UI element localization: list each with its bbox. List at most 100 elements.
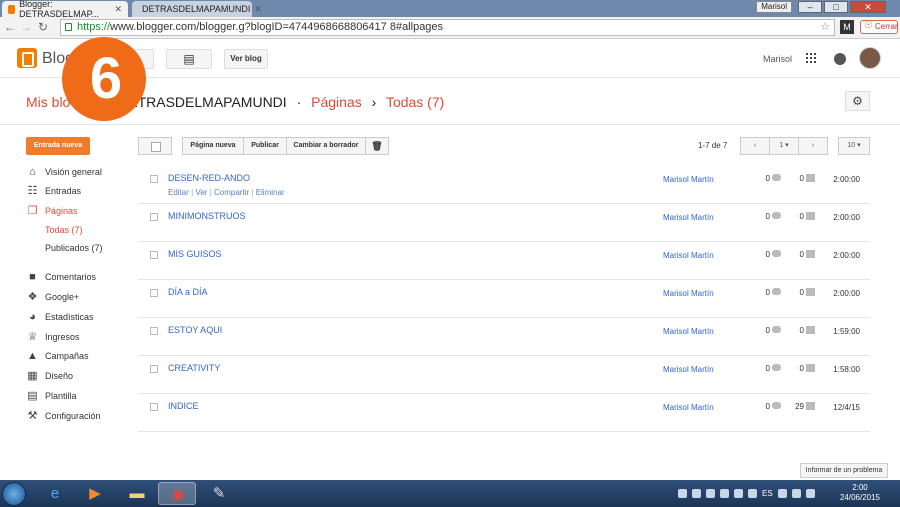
prev-page-button[interactable]: ‹	[740, 137, 770, 155]
clock[interactable]: 2:00 24/06/2015	[840, 483, 880, 503]
row-checkbox[interactable]	[150, 289, 158, 297]
tab-blog[interactable]: DETRASDELMAPAMUNDI ✕	[132, 1, 262, 17]
delete-button[interactable]: 🗑	[365, 137, 389, 155]
row-checkbox[interactable]	[150, 175, 158, 183]
battery-icon[interactable]	[777, 488, 787, 498]
tray-app-icon[interactable]	[678, 488, 687, 498]
stats-icon	[806, 326, 815, 334]
share-link[interactable]: Compartir	[214, 188, 249, 197]
tray-app-icon[interactable]	[734, 488, 743, 498]
row-checkbox[interactable]	[150, 365, 158, 373]
sidebar-item-label: Visión general	[45, 167, 102, 177]
back-icon[interactable]: ←	[4, 20, 16, 34]
tray-app-icon[interactable]	[720, 488, 729, 498]
bluetooth-icon[interactable]	[748, 488, 757, 498]
stats-icon	[806, 288, 815, 296]
edit-link[interactable]: Editar	[168, 188, 189, 197]
flag-icon[interactable]	[805, 488, 815, 498]
author-link[interactable]: Marisol Martín	[663, 213, 714, 222]
comment-count: 0	[765, 288, 770, 297]
close-window-button[interactable]: ✕	[850, 1, 886, 13]
row-checkbox[interactable]	[150, 213, 158, 221]
page-title-link[interactable]: MIS GUISOS	[168, 249, 222, 259]
view-blog-button[interactable]: Ver blog	[224, 49, 268, 69]
author-link[interactable]: Marisol Martín	[663, 251, 714, 260]
breadcrumb-section[interactable]: Páginas	[311, 94, 362, 110]
forward-icon[interactable]: →	[20, 20, 32, 34]
publish-button[interactable]: Publicar	[243, 137, 287, 155]
chevron-left-icon: ‹	[753, 142, 757, 149]
taskbar-explorer[interactable]: ▬	[118, 482, 156, 505]
page-title-link[interactable]: MINIMONSTRUOS	[168, 211, 246, 221]
url-field[interactable]: https://www.blogger.com/blogger.g?blogID…	[60, 19, 835, 36]
tab-label: DETRASDELMAPAMUNDI	[142, 4, 251, 14]
tab-blogger[interactable]: Blogger: DETRASDELMAP... ✕	[2, 0, 128, 19]
tab-close-icon[interactable]: ✕	[114, 4, 122, 15]
per-page-select[interactable]: 10 ▾	[838, 137, 870, 155]
wrench-icon: ⚒	[27, 410, 38, 422]
sidebar-sub-published[interactable]: Publicados (7)	[45, 243, 103, 253]
start-button[interactable]	[2, 482, 26, 506]
tray-app-icon[interactable]: ES	[762, 489, 773, 498]
author-link[interactable]: Marisol Martín	[663, 175, 714, 184]
breadcrumb-root[interactable]: Mis blo	[26, 94, 70, 110]
breadcrumb-blog[interactable]: DETRASDELMAPAMUNDI	[118, 94, 287, 110]
avatar[interactable]	[859, 47, 881, 69]
bookmark-star-icon[interactable]: ☆	[820, 20, 830, 35]
new-page-button[interactable]: Página nueva	[182, 137, 244, 155]
delete-link[interactable]: Eliminar	[256, 188, 285, 197]
author-link[interactable]: Marisol Martín	[663, 365, 714, 374]
page-title-link[interactable]: DÍA a DÍA	[168, 287, 208, 297]
stats-icon	[806, 402, 815, 410]
row-checkbox[interactable]	[150, 251, 158, 259]
settings-button[interactable]: ⚙	[845, 91, 870, 111]
reload-icon[interactable]: ↻	[38, 20, 48, 34]
taskbar-chrome[interactable]: ◉	[158, 482, 196, 505]
page-title-link[interactable]: CREATIVITY	[168, 363, 220, 373]
stats-icon	[806, 174, 815, 182]
view-link[interactable]: Ver	[195, 188, 207, 197]
next-page-button[interactable]: ›	[798, 137, 828, 155]
minimize-button[interactable]: –	[798, 1, 822, 13]
maximize-button[interactable]: □	[824, 1, 848, 13]
taskbar-ie[interactable]: e	[36, 482, 74, 505]
page-number: 1	[779, 142, 784, 149]
sidebar-sub-all[interactable]: Todas (7)	[45, 225, 83, 235]
page-select[interactable]: 1 ▾	[769, 137, 799, 155]
author-link[interactable]: Marisol Martín	[663, 289, 714, 298]
row-checkbox[interactable]	[150, 327, 158, 335]
taskbar-paint[interactable]: ✎	[200, 482, 238, 505]
system-tray: ES	[678, 484, 815, 502]
comment-bubble-icon	[772, 250, 781, 257]
view-count: 0	[799, 326, 804, 335]
network-icon[interactable]	[791, 488, 801, 498]
close-extension-button[interactable]: Cerrar	[860, 20, 898, 34]
new-post-button[interactable]: Entrada nueva	[26, 137, 90, 155]
author-link[interactable]: Marisol Martín	[663, 327, 714, 336]
media-player-icon: ▶	[89, 485, 101, 502]
tray-app-icon[interactable]	[706, 488, 715, 498]
page-title-link[interactable]: DESEN-RED-ANDO	[168, 173, 250, 183]
author-link[interactable]: Marisol Martín	[663, 403, 714, 412]
page-title-link[interactable]: INDICE	[168, 401, 199, 411]
action-sep: |	[251, 188, 254, 197]
select-all-checkbox[interactable]	[138, 137, 172, 155]
page-time: 1:58:00	[833, 365, 860, 374]
revert-draft-button[interactable]: Cambiar a borrador	[286, 137, 366, 155]
tray-app-icon[interactable]	[692, 488, 701, 498]
report-problem-button[interactable]: Informar de un problema	[800, 463, 888, 478]
blogger-logo-icon[interactable]	[17, 48, 37, 68]
posts-list-button[interactable]: ▤	[166, 49, 212, 69]
row-checkbox[interactable]	[150, 403, 158, 411]
dropdown-caret-icon: ▾	[785, 142, 789, 149]
user-name[interactable]: Marisol	[763, 54, 792, 64]
page-title-link[interactable]: ESTOY AQUI	[168, 325, 222, 335]
notifications-icon[interactable]	[834, 53, 846, 65]
tab-close-icon[interactable]: ✕	[254, 4, 262, 15]
apps-grid-icon[interactable]	[806, 53, 816, 63]
posts-list-icon: ▤	[183, 52, 195, 66]
table-row: INDICE Marisol Martín 0 29 12/4/15	[138, 394, 870, 432]
url-scheme: https://	[77, 21, 111, 33]
taskbar-media[interactable]: ▶	[76, 482, 114, 505]
extension-m-icon[interactable]: M	[840, 20, 854, 34]
